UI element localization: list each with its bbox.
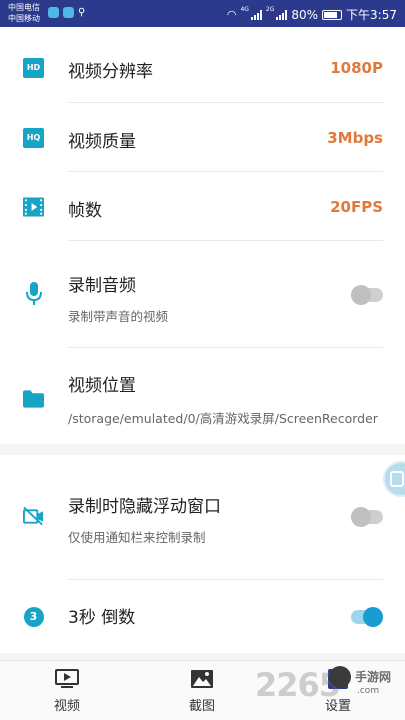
- watermark-url: .com: [357, 686, 380, 696]
- status-bar: 中国电信 中国移动 ⚲ ◠ 4G 2G 80% 下午3:57: [0, 0, 405, 27]
- setting-subtitle: 仅使用通知栏来控制录制: [68, 530, 206, 545]
- setting-value: 20FPS: [330, 198, 383, 216]
- carrier-info: 中国电信 中国移动: [8, 2, 40, 24]
- audio-toggle[interactable]: [351, 285, 383, 305]
- setting-title: 录制时隐藏浮动窗口: [68, 497, 221, 517]
- setting-audio[interactable]: 录制音频 录制带声音的视频: [0, 241, 405, 347]
- image-icon: [191, 670, 213, 688]
- setting-quality[interactable]: HQ 视频质量 3Mbps: [0, 103, 405, 171]
- settings-card-recording: HD 视频分辨率 1080P HQ 视频质量 3Mbps 帧数 20FPS 录制…: [0, 27, 405, 444]
- carrier-1: 中国电信: [8, 3, 40, 12]
- watermark-number: 2265: [255, 666, 341, 704]
- tab-label: 视频: [53, 699, 80, 714]
- signal-icon: [250, 9, 262, 20]
- hide-float-toggle[interactable]: [351, 507, 383, 527]
- setting-title: 帧数: [68, 201, 102, 221]
- setting-title: 视频质量: [68, 132, 136, 152]
- camera-off-icon: [23, 505, 44, 526]
- setting-resolution[interactable]: HD 视频分辨率 1080P: [0, 27, 405, 102]
- countdown-toggle[interactable]: [351, 607, 383, 627]
- network-type-2: 2G: [265, 6, 275, 13]
- battery-icon: [322, 9, 343, 20]
- setting-countdown[interactable]: 3 3秒 倒数: [0, 580, 405, 653]
- setting-title: 视频位置: [68, 376, 136, 396]
- app-notification-icon: [48, 7, 59, 18]
- battery-percent: 80%: [291, 7, 319, 22]
- folder-icon: [23, 388, 44, 409]
- wifi-icon: ◠: [226, 8, 237, 21]
- setting-subtitle: /storage/emulated/0/高清游戏录屏/ScreenRecorde…: [68, 411, 378, 426]
- setting-location[interactable]: 视频位置 /storage/emulated/0/高清游戏录屏/ScreenRe…: [0, 348, 405, 444]
- message-notification-icon: [63, 7, 74, 18]
- tab-video[interactable]: 视频: [27, 661, 107, 720]
- watermark-site: 手游网: [355, 670, 392, 684]
- setting-value: 1080P: [330, 59, 383, 77]
- countdown-icon: 3: [23, 606, 44, 627]
- clock: 下午3:57: [346, 8, 397, 22]
- status-right: ◠ 4G 2G 80% 下午3:57: [227, 6, 397, 23]
- hq-icon: HQ: [23, 127, 44, 148]
- setting-framerate[interactable]: 帧数 20FPS: [0, 172, 405, 240]
- setting-value: 3Mbps: [327, 129, 383, 147]
- settings-card-float: 录制时隐藏浮动窗口 仅使用通知栏来控制录制 3 3秒 倒数: [0, 455, 405, 653]
- usb-icon: ⚲: [78, 7, 86, 18]
- setting-title: 视频分辨率: [68, 62, 153, 82]
- microphone-icon: [23, 281, 44, 305]
- watermark-logo-icon: [329, 666, 351, 688]
- tab-screenshot[interactable]: 截图: [162, 661, 242, 720]
- notification-icons: ⚲: [48, 7, 85, 18]
- watermark: 2265 手游网 .com: [255, 664, 405, 720]
- setting-hide-float[interactable]: 录制时隐藏浮动窗口 仅使用通知栏来控制录制: [0, 455, 405, 579]
- signal-icon-2: [276, 9, 288, 20]
- carrier-2: 中国移动: [8, 14, 40, 23]
- hd-icon: HD: [23, 57, 44, 78]
- network-type-1: 4G: [240, 6, 249, 13]
- tab-label: 截图: [188, 699, 215, 714]
- video-icon: [55, 669, 79, 688]
- setting-title: 录制音频: [68, 276, 136, 296]
- setting-subtitle: 录制带声音的视频: [68, 309, 169, 324]
- film-icon: [23, 196, 44, 217]
- setting-title: 3秒 倒数: [68, 608, 136, 628]
